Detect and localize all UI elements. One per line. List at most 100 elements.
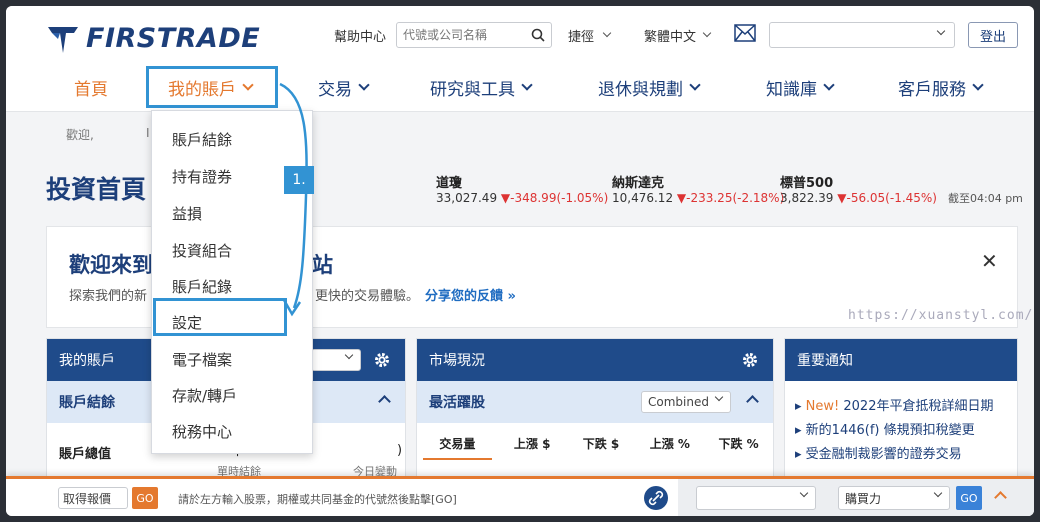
panel-sub-title: 賬戶結餘	[59, 395, 115, 411]
menu-item-gain-loss[interactable]: 益損	[172, 203, 202, 224]
nav-research[interactable]: 研究與工具	[430, 72, 533, 102]
nav-knowledge-label: 知識庫	[766, 79, 817, 100]
nav-customer-service[interactable]: 客戶服務	[898, 72, 984, 102]
symbol-search[interactable]	[396, 22, 552, 48]
gear-icon[interactable]	[373, 351, 391, 369]
notice-item[interactable]: ▸ New! 2022年平倉抵稅詳細日期	[795, 395, 993, 414]
index-change: ▼-56.05(-1.45%)	[837, 191, 937, 205]
chevron-down-icon	[689, 79, 701, 91]
new-badge: New!	[805, 399, 840, 414]
chevron-down-icon	[823, 79, 835, 91]
annotation-arrow	[279, 82, 308, 317]
index-name: 納斯達克	[612, 176, 665, 191]
search-icon[interactable]	[531, 28, 545, 42]
tab-loss-dollar[interactable]: 下跌 $	[567, 435, 636, 460]
chevron-down-icon	[602, 28, 612, 38]
chevron-down-icon	[358, 79, 370, 91]
quick-trade-bar: 取得報價 GO 請於左方輸入股票，期權或共同基金的代號然後點擊[GO] 購買力 …	[6, 476, 1034, 516]
buying-power-label: 購買力	[845, 491, 882, 506]
chevron-up-icon[interactable]	[746, 395, 759, 408]
banner-sub-right: 更快的交易體驗。	[315, 289, 420, 304]
banner-sub-left: 探索我們的新	[69, 289, 148, 304]
index-value: 10,476.12	[612, 191, 674, 205]
order-account-select[interactable]	[696, 486, 816, 510]
tab-loss-pct[interactable]: 下跌 %	[704, 435, 773, 460]
index-nasdaq[interactable]: 納斯達克 10,476.12 ▼-233.25(-2.18%)	[612, 172, 784, 205]
browser-frame: FIRSTRADE 幫助中心 捷徑 繁體中文 登出 首	[6, 6, 1034, 516]
chevron-down-icon	[714, 392, 724, 402]
tab-gain-dollar[interactable]: 上漲 $	[498, 435, 567, 460]
account-selector[interactable]	[769, 22, 955, 48]
nav-trade[interactable]: 交易	[318, 72, 370, 102]
tab-gain-pct[interactable]: 上漲 %	[635, 435, 704, 460]
nav-trade-label: 交易	[318, 79, 352, 100]
nav-knowledge[interactable]: 知識庫	[766, 72, 835, 102]
notices-panel: 重要通知 ▸ New! 2022年平倉抵稅詳細日期 ▸ 新的1446(f) 條規…	[784, 338, 1018, 478]
language-label: 繁體中文	[644, 29, 697, 45]
logo-text: FIRSTRADE	[86, 22, 261, 54]
chevron-up-icon[interactable]	[378, 395, 391, 408]
shortcut-label: 捷徑	[568, 29, 595, 45]
nav-customer-service-label: 客戶服務	[898, 79, 966, 100]
panel-header: 市場現況	[417, 339, 773, 381]
logout-button[interactable]: 登出	[968, 22, 1018, 48]
account-total-paren: )	[397, 443, 403, 458]
menu-item-deposit-transfer[interactable]: 存款/轉戶	[172, 385, 237, 406]
link-icon[interactable]	[644, 486, 668, 510]
notice-text: 新的1446(f) 條規預扣稅變更	[805, 423, 975, 438]
menu-item-positions[interactable]: 持有證券	[172, 166, 232, 187]
menu-item-portfolio[interactable]: 投資組合	[172, 240, 232, 261]
index-name: 道瓊	[436, 176, 463, 191]
welcome-greeting: 歡迎,	[66, 128, 94, 142]
panel-sub-title: 最活躍股	[429, 395, 485, 411]
chevron-down-icon	[972, 79, 984, 91]
account-dropdown[interactable]	[311, 349, 361, 371]
quote-input[interactable]: 取得報價	[58, 487, 128, 509]
panel-title: 我的賬戶	[59, 353, 115, 369]
chevron-down-icon	[344, 350, 354, 360]
index-sp500[interactable]: 標普500 3,822.39 ▼-56.05(-1.45%)	[780, 172, 937, 205]
notice-item[interactable]: ▸ 受金融制裁影響的證券交易	[795, 443, 962, 462]
quote-hint: 請於左方輸入股票，期權或共同基金的代號然後點擊[GO]	[178, 493, 457, 506]
quote-go-button[interactable]: GO	[132, 487, 158, 509]
buying-power-select[interactable]: 購買力	[838, 486, 950, 510]
gear-icon[interactable]	[741, 351, 759, 369]
mail-icon[interactable]	[734, 24, 756, 42]
nav-research-label: 研究與工具	[430, 79, 515, 100]
index-change: ▼-233.25(-2.18%)	[676, 191, 785, 205]
settings-highlight	[153, 298, 287, 336]
language-selector[interactable]: 繁體中文	[644, 22, 712, 48]
menu-item-e-documents[interactable]: 電子檔案	[172, 349, 232, 370]
step-callout: 1.	[284, 166, 314, 194]
tab-volume[interactable]: 交易量	[423, 435, 492, 460]
menu-item-balances[interactable]: 賬戶結餘	[172, 129, 232, 150]
index-dow[interactable]: 道瓊 33,027.49 ▼-348.99(-1.05%)	[436, 172, 608, 205]
market-filter-select[interactable]: Combined	[641, 391, 731, 413]
chevron-down-icon	[936, 26, 946, 36]
nav-retirement-label: 退休與規劃	[598, 79, 683, 100]
chevron-down-icon	[799, 488, 809, 498]
notice-item[interactable]: ▸ 新的1446(f) 條規預扣稅變更	[795, 419, 975, 438]
help-center-link[interactable]: 幫助中心	[334, 22, 386, 48]
menu-item-history[interactable]: 賬戶紀錄	[172, 276, 232, 297]
search-input[interactable]	[397, 23, 527, 47]
order-go-button[interactable]: GO	[956, 486, 982, 510]
close-icon[interactable]: ✕	[981, 249, 998, 273]
panel-subheader[interactable]: 最活躍股 Combined	[417, 381, 773, 423]
index-name: 標普500	[780, 176, 834, 191]
menu-item-tax-center[interactable]: 稅務中心	[172, 421, 232, 442]
panel-header: 重要通知	[785, 339, 1017, 381]
nav-retirement[interactable]: 退休與規劃	[598, 72, 701, 102]
chevron-down-icon	[702, 28, 712, 38]
banner-title-left: 歡迎來到	[69, 253, 153, 277]
nav-home-label: 首頁	[74, 79, 108, 100]
account-total-label: 賬戶總值	[59, 447, 112, 462]
my-account-highlight	[146, 66, 278, 108]
panel-title: 市場現況	[429, 353, 485, 369]
notice-text: 受金融制裁影響的證券交易	[805, 447, 962, 462]
firstrade-logo[interactable]: FIRSTRADE	[46, 18, 260, 58]
nav-home[interactable]: 首頁	[74, 72, 108, 102]
shortcut-menu[interactable]: 捷徑	[568, 22, 612, 48]
feedback-link[interactable]: 分享您的反饋 »	[425, 285, 516, 304]
market-panel: 市場現況 最活躍股 Combined 交易量 上漲 $ 下跌 $ 上漲 % 下跌…	[416, 338, 774, 478]
